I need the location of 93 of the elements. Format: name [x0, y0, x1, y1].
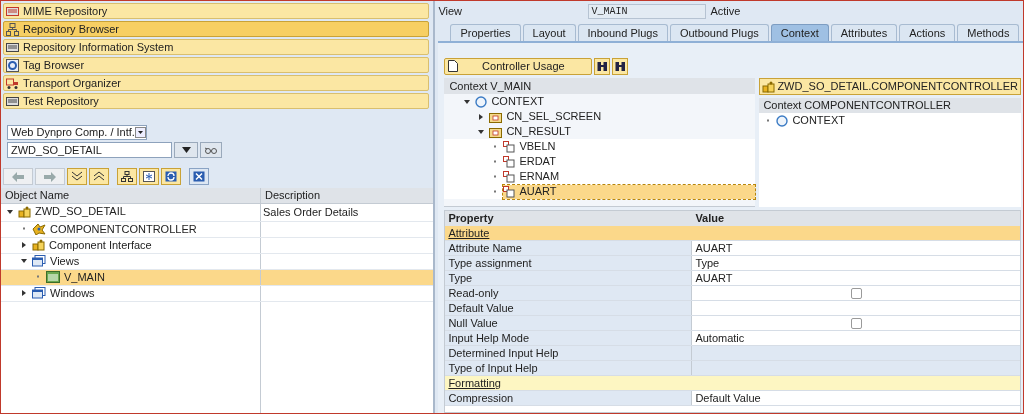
- tab[interactable]: Outbound Plugs: [669, 24, 769, 41]
- circle-icon: [776, 114, 789, 127]
- tab[interactable]: Inbound Plugs: [577, 24, 668, 41]
- tree-item[interactable]: Component Interface: [32, 238, 156, 252]
- nav-button[interactable]: Repository Browser: [3, 21, 430, 37]
- tree-item[interactable]: CN_RESULT: [489, 124, 575, 139]
- component-icon: [32, 239, 45, 251]
- status-label: Active: [710, 3, 741, 19]
- tree-item[interactable]: COMPONENTCONTROLLER: [32, 222, 201, 236]
- nav-button[interactable]: Transport Organizer: [3, 75, 430, 91]
- column-header[interactable]: Object Name: [1, 188, 261, 203]
- object-type-select[interactable]: Web Dynpro Comp. / Intf.: [7, 125, 147, 140]
- tree-item[interactable]: CONTEXT: [475, 94, 548, 109]
- controller-usage-button[interactable]: Controller Usage: [444, 57, 593, 75]
- tab[interactable]: Attributes: [830, 24, 898, 41]
- property-label: Type of Input Help: [445, 361, 693, 375]
- context-header: Context V_MAIN: [444, 78, 756, 94]
- description-cell-text: Sales Order Details: [263, 205, 359, 220]
- nav-button[interactable]: Repository Information System: [3, 39, 430, 55]
- hierarchy-button[interactable]: [117, 168, 137, 185]
- binoculars-button[interactable]: [594, 57, 611, 75]
- tree-item[interactable]: CONTEXT: [776, 113, 849, 128]
- tree-item[interactable]: ERNAM: [503, 169, 564, 184]
- tag-icon: [6, 58, 19, 72]
- collapse-caret-icon[interactable]: [19, 257, 29, 265]
- collapse-caret-icon[interactable]: [476, 127, 487, 136]
- property-label: Default Value: [445, 301, 693, 315]
- collapse-caret-icon[interactable]: [462, 97, 473, 106]
- property-label: Type assignment: [445, 256, 693, 270]
- property-label: Type: [445, 271, 693, 285]
- tab[interactable]: Context: [770, 24, 829, 41]
- hierarchy-icon: [121, 171, 133, 182]
- hierarchy-icon: [6, 22, 19, 36]
- property-label: Compression: [445, 391, 693, 405]
- tab[interactable]: Properties: [450, 24, 521, 41]
- tree-item[interactable]: ZWD_SO_DETAIL: [18, 204, 130, 219]
- dropdown-caret-icon: [135, 127, 146, 138]
- property-label: Null Value: [445, 316, 693, 330]
- checkbox[interactable]: [850, 287, 862, 299]
- close-button[interactable]: [189, 168, 209, 185]
- display-button[interactable]: [200, 142, 222, 158]
- refresh-icon: [165, 171, 177, 182]
- tree-item[interactable]: Views: [32, 254, 84, 268]
- asterisk-icon: [143, 171, 155, 182]
- property-label: Determined Input Help: [445, 346, 693, 360]
- section-row[interactable]: Formatting: [445, 376, 1020, 391]
- property-label: Input Help Mode: [445, 331, 693, 345]
- checkbox[interactable]: [850, 317, 862, 329]
- tab[interactable]: Methods: [957, 24, 1020, 41]
- controller-icon: [32, 223, 46, 235]
- back-arrow-icon: [11, 171, 25, 182]
- tree-item[interactable]: V_MAIN: [46, 270, 109, 284]
- property-label: Read-only: [445, 286, 693, 300]
- glasses-icon: [204, 146, 218, 154]
- refresh-button[interactable]: [161, 168, 181, 185]
- column-header[interactable]: Property: [445, 211, 693, 226]
- collapse-all-button[interactable]: [89, 168, 109, 185]
- expand-all-icon: [71, 171, 83, 182]
- expand-all-button[interactable]: [67, 168, 87, 185]
- binoculars-plus-button[interactable]: [612, 57, 629, 75]
- component-icon: [762, 80, 776, 93]
- view-name-field[interactable]: V_MAIN: [588, 3, 707, 19]
- column-header[interactable]: Description: [261, 188, 434, 203]
- nav-button[interactable]: MIME Repository: [3, 3, 430, 19]
- view-label: View: [438, 3, 464, 19]
- collapse-all-icon: [93, 171, 105, 182]
- asterisk-button[interactable]: [139, 168, 159, 185]
- document-icon: [448, 60, 459, 72]
- nav-button[interactable]: Tag Browser: [3, 57, 430, 73]
- property-label: Attribute Name: [445, 241, 693, 255]
- tree-item[interactable]: AUART: [503, 184, 756, 199]
- tab[interactable]: Layout: [522, 24, 576, 41]
- folder-icon: [489, 110, 503, 123]
- nav-button[interactable]: Test Repository: [3, 93, 430, 109]
- caret-icon: [181, 147, 191, 153]
- object-name-field[interactable]: ZWD_SO_DETAIL: [7, 142, 172, 158]
- component-controller-bar: ZWD_SO_DETAIL.COMPONENTCONTROLLER: [759, 78, 1021, 95]
- component-icon: [18, 205, 31, 218]
- truck-icon: [6, 76, 19, 90]
- tree-item[interactable]: CN_SEL_SCREEN: [489, 109, 606, 124]
- dropdown-button[interactable]: [174, 142, 198, 158]
- close-icon: [193, 171, 205, 182]
- collapse-caret-icon[interactable]: [5, 207, 15, 216]
- section-row[interactable]: Attribute: [445, 226, 1020, 241]
- view-icon: [46, 271, 60, 283]
- tab[interactable]: Actions: [899, 24, 956, 41]
- forward-arrow-icon: [43, 171, 57, 182]
- context-header: Context COMPONENTCONTROLLER: [759, 98, 1021, 113]
- column-header[interactable]: Value: [692, 211, 1020, 226]
- tree-item[interactable]: ERDAT: [503, 154, 560, 169]
- tree-item[interactable]: Windows: [32, 286, 99, 300]
- circle-icon: [475, 95, 488, 108]
- tree-item[interactable]: VBELN: [503, 139, 560, 154]
